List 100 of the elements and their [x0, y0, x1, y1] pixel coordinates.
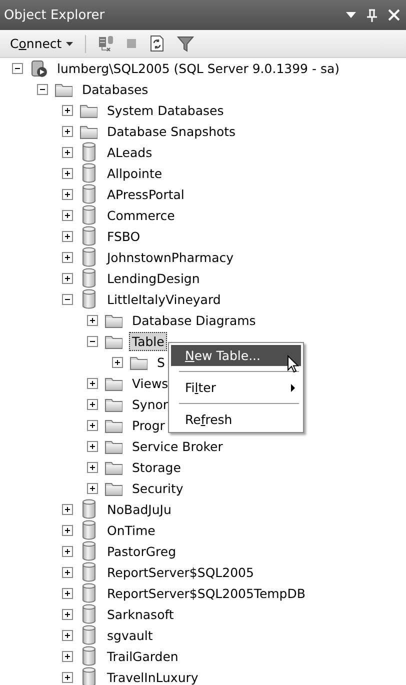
expand-button[interactable] — [62, 147, 73, 158]
minus-icon — [64, 296, 71, 303]
expand-button[interactable] — [62, 252, 73, 263]
pin-button[interactable] — [366, 8, 378, 22]
connect-button[interactable]: Connect — [6, 34, 77, 53]
tree-item[interactable]: Progr — [129, 416, 168, 435]
expand-button[interactable] — [62, 588, 73, 599]
database-icon — [82, 247, 96, 268]
expand-button[interactable] — [62, 126, 73, 137]
expand-button[interactable] — [62, 210, 73, 221]
close-button[interactable] — [388, 9, 400, 21]
expand-button[interactable] — [87, 462, 98, 473]
tree-item[interactable]: NoBadJuJu — [104, 500, 174, 519]
collapse-button[interactable] — [12, 63, 23, 74]
expand-button[interactable] — [62, 525, 73, 536]
tree-item[interactable]: Synor — [129, 395, 172, 414]
expand-button[interactable] — [87, 315, 98, 326]
stop-icon — [126, 38, 137, 49]
expand-button[interactable] — [62, 609, 73, 620]
tree-item[interactable]: Storage — [129, 458, 184, 477]
expand-button[interactable] — [62, 189, 73, 200]
caret-icon — [66, 42, 73, 46]
expand-button[interactable] — [87, 483, 98, 494]
database-icon — [82, 205, 96, 226]
plus-icon — [89, 317, 96, 324]
tree-item[interactable]: Table — [129, 332, 168, 351]
tree-item[interactable]: Allpointe — [104, 164, 166, 183]
tree-item[interactable]: JohnstownPharmacy — [104, 248, 237, 267]
plus-icon — [89, 422, 96, 429]
tree-item[interactable]: Database Snapshots — [104, 122, 239, 141]
collapse-button[interactable] — [37, 84, 48, 95]
menu-item[interactable]: Filter — [171, 377, 301, 398]
minus-icon — [14, 65, 21, 72]
minus-icon — [39, 86, 46, 93]
database-icon — [82, 646, 96, 667]
database-icon — [82, 226, 96, 247]
plus-icon — [89, 485, 96, 492]
tree-item[interactable]: Commerce — [104, 206, 178, 225]
database-icon — [82, 541, 96, 562]
tree-item[interactable]: FSBO — [104, 227, 144, 246]
tree-item[interactable]: Database Diagrams — [129, 311, 259, 330]
tree-item[interactable]: Views — [129, 374, 172, 393]
database-icon — [82, 268, 96, 289]
expand-button[interactable] — [62, 105, 73, 116]
expand-button[interactable] — [62, 504, 73, 515]
menu-item[interactable]: New Table... — [171, 345, 301, 366]
tree-item[interactable]: Databases — [79, 80, 152, 99]
database-icon — [82, 163, 96, 184]
pin-icon — [366, 8, 378, 22]
plus-icon — [64, 254, 71, 261]
expand-button[interactable] — [87, 399, 98, 410]
folder-icon — [130, 355, 148, 370]
tree-item[interactable]: ReportServer$SQL2005 — [104, 563, 257, 582]
expand-button[interactable] — [62, 231, 73, 242]
tree-item[interactable]: Security — [129, 479, 186, 498]
folder-icon — [105, 376, 123, 391]
tree-item[interactable]: System Databases — [104, 101, 227, 120]
tree-item[interactable]: lumberg\SQL2005 (SQL Server 9.0.1399 - sa) — [54, 59, 343, 78]
expand-button[interactable] — [62, 273, 73, 284]
tree-item[interactable]: TrailGarden — [104, 647, 182, 666]
expand-button[interactable] — [62, 651, 73, 662]
expand-button[interactable] — [112, 357, 123, 368]
tree-item[interactable]: TravelInLuxury — [104, 668, 202, 685]
expand-button[interactable] — [87, 378, 98, 389]
plus-icon — [64, 611, 71, 618]
menu-item[interactable]: Refresh — [171, 409, 301, 430]
expand-button[interactable] — [87, 420, 98, 431]
tree-item[interactable]: Sarknasoft — [104, 605, 177, 624]
tree-item[interactable]: APressPortal — [104, 185, 188, 204]
collapse-button[interactable] — [62, 294, 73, 305]
folder-icon — [105, 334, 123, 349]
folder-icon — [105, 460, 123, 475]
collapse-button[interactable] — [87, 336, 98, 347]
tree-item[interactable]: Service Broker — [129, 437, 226, 456]
tree-item[interactable]: OnTime — [104, 521, 158, 540]
folder-icon — [105, 418, 123, 433]
tree-item[interactable]: ReportServer$SQL2005TempDB — [104, 584, 308, 603]
tree-item[interactable]: sgvault — [104, 626, 156, 645]
folder-icon — [80, 124, 98, 139]
folder-icon — [80, 103, 98, 118]
expand-button[interactable] — [62, 168, 73, 179]
tree-item[interactable]: S — [154, 353, 168, 372]
database-icon — [82, 583, 96, 604]
tree-item[interactable]: ALeads — [104, 143, 156, 162]
expand-button[interactable] — [62, 567, 73, 578]
plus-icon — [64, 149, 71, 156]
cursor-icon — [287, 355, 299, 373]
tree-item[interactable]: PastorGreg — [104, 542, 180, 561]
database-icon — [82, 520, 96, 541]
database-icon — [82, 289, 96, 310]
plus-icon — [64, 212, 71, 219]
expand-button[interactable] — [87, 441, 98, 452]
tree-item[interactable]: LendingDesign — [104, 269, 203, 288]
tree-item[interactable]: LittleItalyVineyard — [104, 290, 224, 309]
folder-icon — [105, 481, 123, 496]
expand-button[interactable] — [62, 672, 73, 683]
dropdown-button[interactable] — [346, 12, 356, 18]
expand-button[interactable] — [62, 630, 73, 641]
minus-icon — [89, 338, 96, 345]
expand-button[interactable] — [62, 546, 73, 557]
